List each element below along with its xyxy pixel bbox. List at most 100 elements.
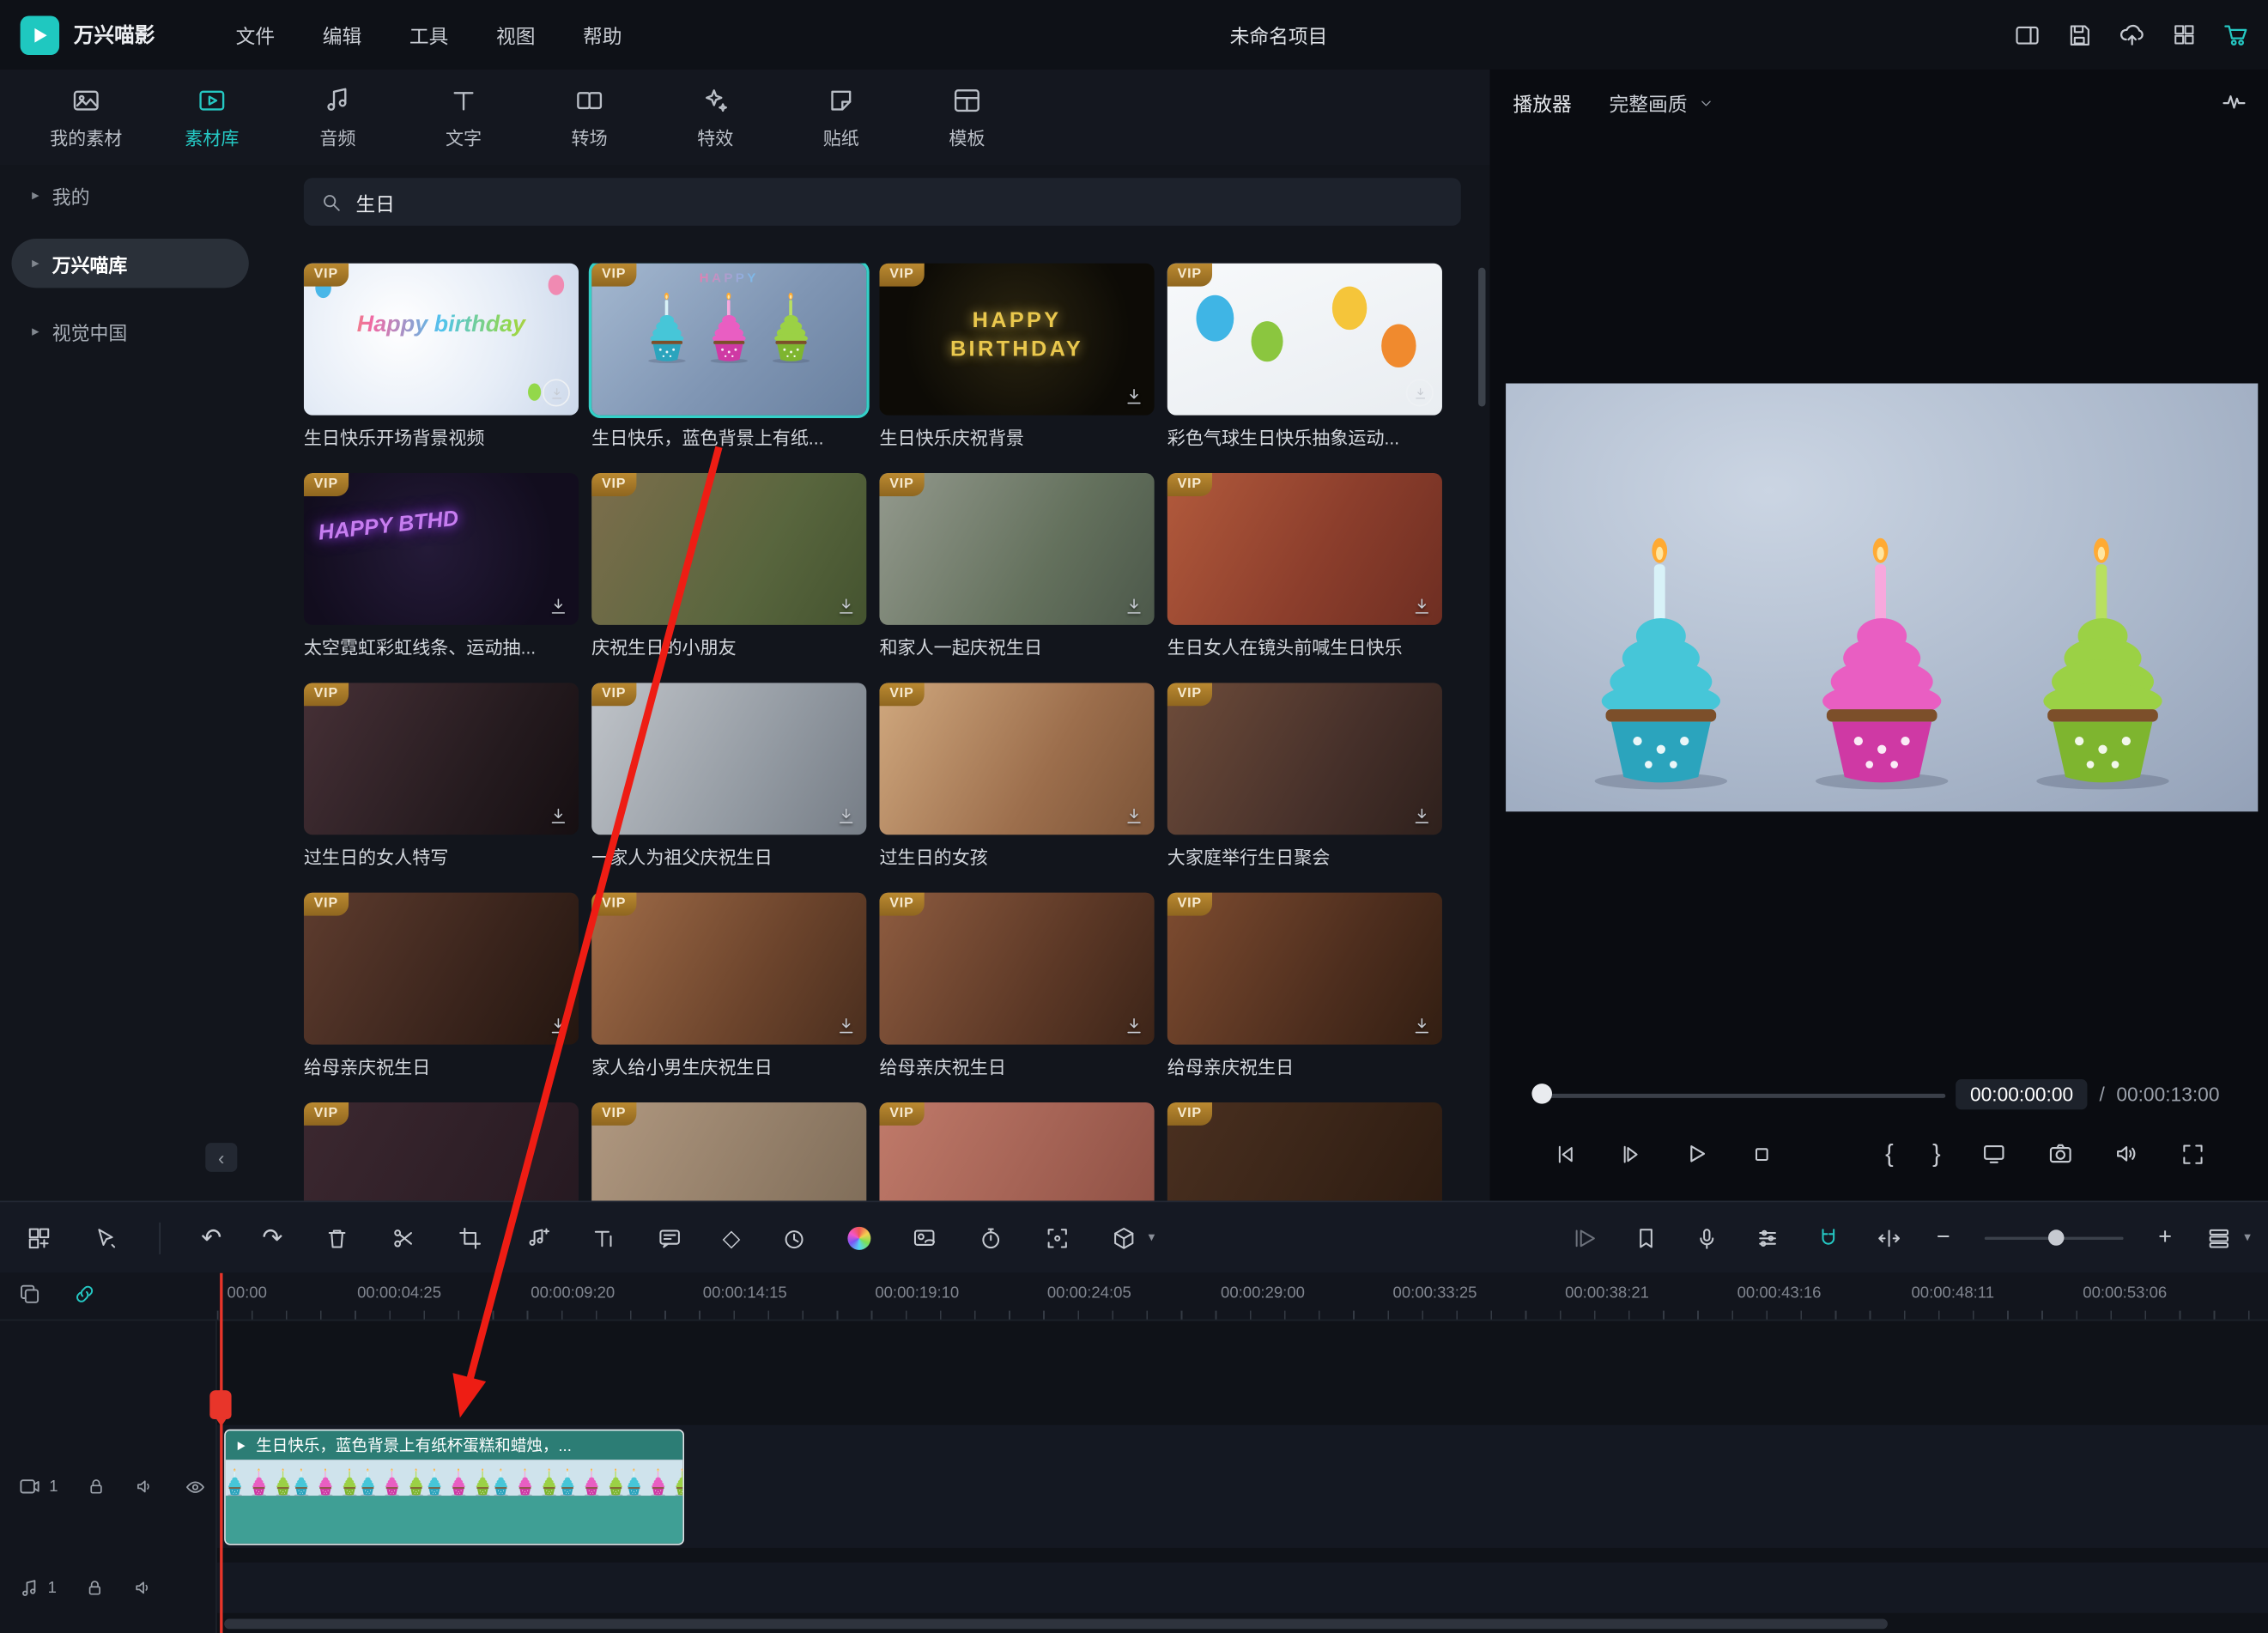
render-preview-icon[interactable] xyxy=(1572,1224,1598,1250)
stock-item[interactable]: VIP 大家庭举行生日聚会 xyxy=(1167,683,1442,866)
tab-effects[interactable]: 特效 xyxy=(652,74,779,161)
search-bar[interactable] xyxy=(304,178,1461,226)
voiceover-mic-icon[interactable] xyxy=(1694,1224,1719,1250)
tab-stock-library[interactable]: 素材库 xyxy=(149,74,276,161)
download-button[interactable] xyxy=(1124,596,1144,616)
sidebar-collapse-button[interactable]: ‹ xyxy=(205,1143,237,1172)
scope-icon[interactable] xyxy=(2220,88,2247,116)
undo-icon[interactable]: ↶ xyxy=(201,1223,221,1253)
split-scissors-icon[interactable] xyxy=(390,1224,415,1250)
color-correction-icon[interactable] xyxy=(847,1226,870,1249)
stock-item[interactable]: VIP xyxy=(304,1102,579,1201)
download-button[interactable] xyxy=(836,1016,857,1036)
text-tool-icon[interactable] xyxy=(590,1224,616,1250)
tab-transitions[interactable]: 转场 xyxy=(526,74,652,161)
stock-item[interactable]: VIP 过生日的女孩 xyxy=(879,683,1154,866)
subtitle-tool-icon[interactable] xyxy=(656,1224,682,1250)
stock-item[interactable]: VIP 庆祝生日的小朋友 xyxy=(591,473,866,657)
sidebar-item-stock[interactable]: ▸ 万兴喵库 xyxy=(11,239,248,288)
cloud-upload-icon[interactable] xyxy=(2118,21,2147,50)
redo-icon[interactable]: ↷ xyxy=(262,1223,282,1253)
fullscreen-icon[interactable] xyxy=(2180,1141,2205,1167)
hide-eye-icon[interactable] xyxy=(184,1475,207,1498)
download-button[interactable] xyxy=(1124,806,1144,827)
workspace-grid-icon[interactable] xyxy=(2171,21,2197,47)
download-button[interactable] xyxy=(549,806,569,827)
mute-speaker-icon[interactable] xyxy=(135,1476,156,1497)
menu-tools[interactable]: 工具 xyxy=(409,21,448,50)
delete-icon[interactable] xyxy=(324,1224,349,1250)
timeline-zoom-slider[interactable] xyxy=(1985,1236,2124,1239)
download-button[interactable] xyxy=(1124,386,1144,407)
menu-file[interactable]: 文件 xyxy=(236,21,275,50)
download-button[interactable] xyxy=(549,596,569,616)
zoom-out-button[interactable]: − xyxy=(1937,1224,1950,1250)
download-button[interactable] xyxy=(1124,1016,1144,1036)
stock-item[interactable]: VIP 给母亲庆祝生日 xyxy=(879,893,1154,1077)
stock-item[interactable]: VIP xyxy=(591,1102,866,1201)
timeline-clip[interactable]: 生日快乐，蓝色背景上有纸杯蛋糕和蜡烛，... xyxy=(224,1430,684,1545)
lock-icon[interactable] xyxy=(84,1577,106,1599)
snap-magnet-icon[interactable] xyxy=(1815,1224,1840,1250)
zoom-slider-knob[interactable] xyxy=(2048,1229,2065,1245)
stock-item[interactable]: VIP 和家人一起庆祝生日 xyxy=(879,473,1154,657)
download-button[interactable] xyxy=(836,806,857,827)
stock-item[interactable]: HAPPY BTHD VIP 太空霓虹彩虹线条、运动抽... xyxy=(304,473,579,657)
playhead-grip[interactable] xyxy=(209,1390,231,1419)
tab-text[interactable]: 文字 xyxy=(401,74,527,161)
motion-track-icon[interactable] xyxy=(1044,1224,1070,1250)
grid-scrollbar[interactable] xyxy=(1478,268,1485,407)
stock-item[interactable]: VIP 彩色气球生日快乐抽象运动... xyxy=(1167,264,1442,447)
select-cursor-icon[interactable] xyxy=(93,1224,118,1250)
mute-speaker-icon[interactable] xyxy=(133,1577,155,1599)
timeline-ruler[interactable]: 00:00 00:00:04:25 00:00:09:20 00:00:14:1… xyxy=(0,1273,2268,1321)
audio-mixer-icon[interactable] xyxy=(1755,1224,1780,1250)
stock-item[interactable]: VIP 给母亲庆祝生日 xyxy=(304,893,579,1077)
volume-icon[interactable] xyxy=(2113,1140,2140,1168)
layout-panels-icon[interactable] xyxy=(2014,21,2041,48)
next-frame-button[interactable] xyxy=(1617,1141,1643,1167)
stock-item[interactable]: VIP 生日女人在镜头前喊生日快乐 xyxy=(1167,473,1442,657)
stock-item[interactable]: Happy birthday VIP 生日快乐开场背景视频 xyxy=(304,264,579,447)
previous-frame-button[interactable] xyxy=(1553,1141,1579,1167)
marker-icon[interactable] xyxy=(1633,1224,1659,1250)
track-height-icon[interactable] xyxy=(2206,1224,2232,1250)
auto-ripple-icon[interactable] xyxy=(1876,1224,1901,1250)
link-clips-icon[interactable] xyxy=(72,1282,97,1307)
download-button[interactable] xyxy=(1412,596,1433,616)
menu-edit[interactable]: 编辑 xyxy=(323,21,361,50)
stock-item[interactable]: VIP xyxy=(1167,1102,1442,1201)
stock-item[interactable]: VIP 家人给小男生庆祝生日 xyxy=(591,893,866,1077)
download-button[interactable] xyxy=(549,1016,569,1036)
menu-view[interactable]: 视图 xyxy=(496,21,535,50)
stop-button[interactable] xyxy=(1750,1141,1775,1167)
save-icon[interactable] xyxy=(2065,21,2093,48)
snapshot-camera-icon[interactable] xyxy=(2047,1140,2074,1168)
tab-stickers[interactable]: 贴纸 xyxy=(779,74,905,161)
stock-item[interactable]: VIP 过生日的女人特写 xyxy=(304,683,579,866)
stock-item[interactable]: VIP xyxy=(879,1102,1154,1201)
timeline-scrollbar[interactable] xyxy=(224,1619,1888,1630)
keyframe-icon[interactable]: ◇ xyxy=(723,1223,741,1253)
stock-item[interactable]: HAPPY BIRTHDAY VIP 生日快乐庆祝背景 xyxy=(879,264,1154,447)
tab-templates[interactable]: 模板 xyxy=(904,74,1030,161)
audio-track-lane[interactable] xyxy=(217,1563,2268,1613)
transform-3d-icon[interactable] xyxy=(1111,1224,1137,1250)
cart-icon[interactable] xyxy=(2222,21,2251,50)
stock-item[interactable]: VIP 一家人为祖父庆祝生日 xyxy=(591,683,866,866)
seek-handle[interactable] xyxy=(1531,1084,1552,1104)
beat-detect-icon[interactable] xyxy=(523,1224,549,1250)
mark-out-button[interactable]: } xyxy=(1932,1141,1941,1166)
download-button[interactable] xyxy=(1406,379,1434,406)
download-button[interactable] xyxy=(1412,806,1433,827)
sidebar-item-mine[interactable]: ▸ 我的 xyxy=(11,171,248,220)
timer-icon[interactable] xyxy=(978,1224,1004,1250)
quality-dropdown[interactable]: 完整画质 xyxy=(1610,88,1713,118)
menu-help[interactable]: 帮助 xyxy=(583,21,622,50)
lock-icon[interactable] xyxy=(86,1476,107,1497)
sidebar-item-visual-china[interactable]: ▸ 视觉中国 xyxy=(11,307,248,355)
manage-tracks-icon[interactable] xyxy=(17,1282,42,1307)
stock-item[interactable]: VIP 给母亲庆祝生日 xyxy=(1167,893,1442,1077)
zoom-in-button[interactable]: + xyxy=(2158,1224,2172,1250)
seek-bar[interactable] xyxy=(1533,1094,1945,1098)
